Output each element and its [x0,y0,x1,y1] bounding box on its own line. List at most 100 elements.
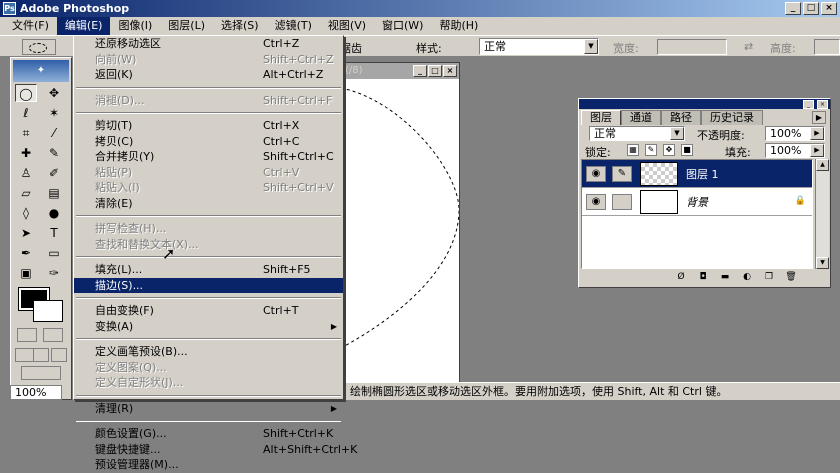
menu-item-fill[interactable]: 填充(L)... Shift+F5 [74,262,343,278]
lock-all-icon[interactable]: ■ [681,144,693,156]
layer-row[interactable]: ◉ 背景 🔒 [582,188,812,216]
background-color-swatch[interactable] [33,300,63,322]
link-box[interactable] [612,194,632,210]
menu-window[interactable]: 窗口(W) [374,17,431,35]
style-value: 正常 [484,40,506,53]
notes-tool-icon[interactable]: ▣ [15,264,37,282]
jump-to-imageready-button[interactable] [21,366,61,380]
menu-file[interactable]: 文件(F) [4,17,57,35]
quickmask-mode-button[interactable] [43,328,63,342]
tab-paths[interactable]: 路径 [661,110,701,125]
menu-item-label: 键盘快捷键... [95,442,161,456]
layer-mask-icon[interactable]: ◘ [696,271,710,283]
standard-mode-button[interactable] [17,328,37,342]
doc-close-button[interactable]: × [443,65,457,77]
lasso-tool-icon[interactable]: ℓ [15,104,37,122]
tab-history[interactable]: 历史记录 [701,110,763,125]
opacity-value: 100% [770,127,802,140]
panel-footer: Ø ◘ ▬ ◐ ❐ 🗑 [581,271,828,286]
menu-image[interactable]: 图像(I) [110,17,160,35]
type-tool-icon[interactable]: T [43,224,65,242]
healing-brush-tool-icon[interactable]: ✚ [15,144,37,162]
menu-item-step-backward[interactable]: 返回(K) Alt+Ctrl+Z [74,67,343,83]
gradient-tool-icon[interactable]: ▤ [43,184,65,202]
menu-item-keyboard-shortcuts[interactable]: 键盘快捷键... Alt+Shift+Ctrl+K [74,442,357,458]
menu-item-define-pattern: 定义图案(Q)... [74,360,343,376]
slice-tool-icon[interactable]: ⁄ [43,124,65,142]
menu-item-copy-merged[interactable]: 合并拷贝(Y) Shift+Ctrl+C [74,149,343,165]
menu-item-define-brush[interactable]: 定义画笔预设(B)... [74,344,343,360]
layers-list: ◉ ✎ 图层 1 ◉ 背景 🔒 [581,159,813,269]
screen-mode-standard-button[interactable] [15,348,35,362]
eye-icon[interactable]: ◉ [586,194,606,210]
minimize-button[interactable]: _ [785,2,801,15]
panel-menu-icon[interactable]: ▶ [812,111,826,124]
tab-layers[interactable]: 图层 [581,110,621,125]
lock-position-icon[interactable]: ✥ [663,144,675,156]
brush-tool-icon[interactable]: ✎ [43,144,65,162]
new-layer-icon[interactable]: ❐ [762,271,776,283]
layer-set-icon[interactable]: ▬ [718,271,732,283]
trash-icon[interactable]: 🗑 [784,271,798,283]
pen-tool-icon[interactable]: ✒ [15,244,37,262]
menu-item-stroke[interactable]: 描边(S)... [74,277,343,293]
menu-item-undo[interactable]: 还原移动选区 Ctrl+Z [74,36,343,52]
panel-tabs: 图层 通道 路径 历史记录 [581,110,763,125]
menu-filter[interactable]: 滤镜(T) [267,17,320,35]
tab-channels[interactable]: 通道 [621,110,661,125]
menu-item-purge[interactable]: 清理(R) ▶ [74,401,343,417]
screen-mode-full-button[interactable] [51,348,67,362]
menu-help[interactable]: 帮助(H) [431,17,486,35]
lock-transparency-icon[interactable]: ▦ [627,144,639,156]
layers-scrollbar[interactable]: ▲ ▼ [815,159,829,269]
brush-icon[interactable]: ✎ [612,166,632,182]
doc-minimize-button[interactable]: _ [413,65,427,77]
fill-field[interactable]: 100% ▶ [765,143,825,158]
blur-tool-icon[interactable]: ◊ [15,204,37,222]
menu-item-label: 查找和替换文本(X)... [95,237,199,251]
opacity-field[interactable]: 100% ▶ [765,126,825,141]
menu-layer[interactable]: 图层(L) [160,17,213,35]
layer-row[interactable]: ◉ ✎ 图层 1 [582,160,812,188]
scroll-up-button[interactable]: ▲ [816,159,829,171]
menu-item-check-spelling: 拼写检查(H)... [74,221,343,237]
magic-wand-tool-icon[interactable]: ✶ [43,104,65,122]
chevron-down-icon: ▼ [584,39,598,54]
panel-minimize-button[interactable]: _ [803,100,814,109]
zoom-level-field[interactable]: 100% [10,385,62,400]
layer-style-icon[interactable]: Ø [674,271,688,283]
adjustment-layer-icon[interactable]: ◐ [740,271,754,283]
menu-view[interactable]: 视图(V) [320,17,374,35]
dodge-tool-icon[interactable]: ● [43,204,65,222]
marquee-tool-icon[interactable]: ◯ [15,84,37,102]
maximize-button[interactable]: □ [803,2,819,15]
close-button[interactable]: × [821,2,837,15]
menu-item-free-transform[interactable]: 自由变换(F) Ctrl+T [74,303,343,319]
path-selection-tool-icon[interactable]: ➤ [15,224,37,242]
ellipse-marquee-preset-icon[interactable] [22,39,56,55]
menu-item-color-settings[interactable]: 颜色设置(G)... Shift+Ctrl+K [74,426,343,442]
eraser-tool-icon[interactable]: ▱ [15,184,37,202]
style-select[interactable]: 正常 ▼ [479,38,599,55]
menu-item-clear[interactable]: 清除(E) [74,196,343,212]
menu-item-transform[interactable]: 变换(A) ▶ [74,319,343,335]
panel-title-bar[interactable]: _ × [579,99,830,109]
lock-image-icon[interactable]: ✎ [645,144,657,156]
eyedropper-tool-icon[interactable]: ✑ [43,264,65,282]
blend-mode-select[interactable]: 正常 ▼ [589,126,685,141]
crop-tool-icon[interactable]: ⌗ [15,124,37,142]
menu-item-preset-manager[interactable]: 预设管理器(M)... [74,457,343,473]
clone-stamp-tool-icon[interactable]: ♙ [15,164,37,182]
menu-item-cut[interactable]: 剪切(T) Ctrl+X [74,118,343,134]
menu-edit[interactable]: 编辑(E) [56,17,111,35]
eye-icon[interactable]: ◉ [586,166,606,182]
screen-mode-full-menu-button[interactable] [33,348,49,362]
doc-maximize-button[interactable]: □ [428,65,442,77]
shape-tool-icon[interactable]: ▭ [43,244,65,262]
move-tool-icon[interactable]: ✥ [43,84,65,102]
menu-select[interactable]: 选择(S) [213,17,267,35]
panel-close-button[interactable]: × [817,100,828,109]
menu-item-copy[interactable]: 拷贝(C) Ctrl+C [74,134,343,150]
history-brush-tool-icon[interactable]: ✐ [43,164,65,182]
scroll-down-button[interactable]: ▼ [816,257,829,269]
